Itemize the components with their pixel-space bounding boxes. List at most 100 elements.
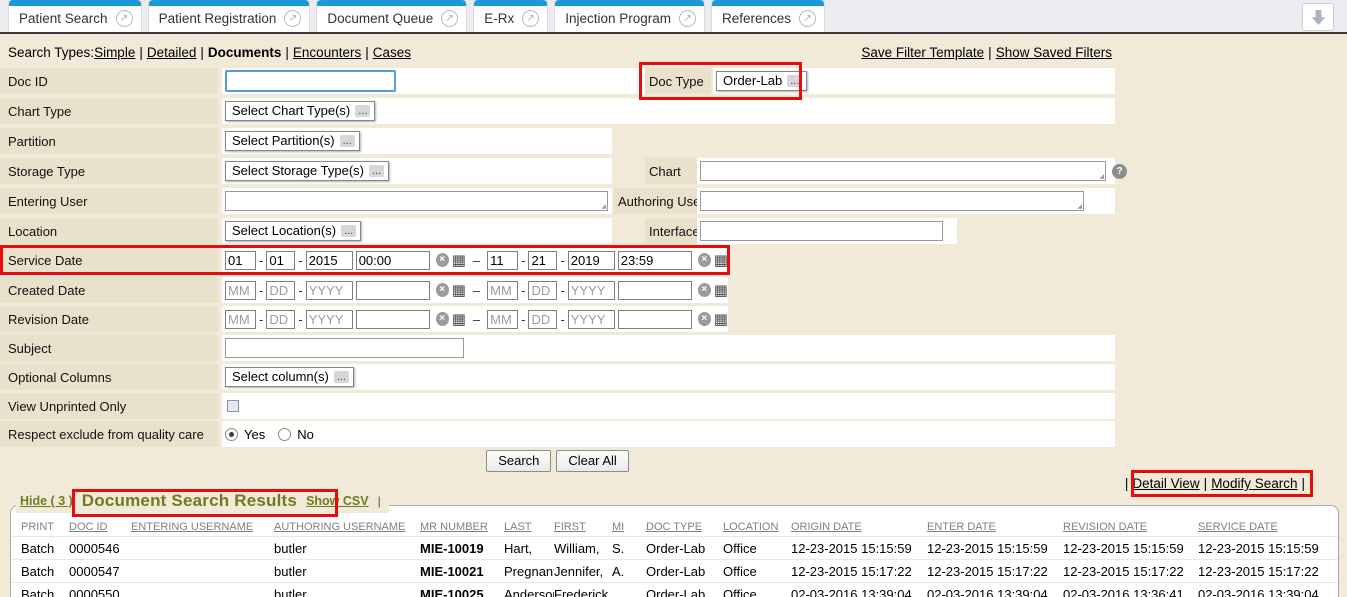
revision-date-from-time[interactable] [356, 310, 430, 329]
select-location-button[interactable]: Select Location(s)... [225, 221, 361, 241]
tab-patient-search[interactable]: Patient Search↗ [8, 0, 142, 32]
external-link-icon[interactable]: ↗ [522, 10, 539, 27]
revision-date-to-year[interactable] [568, 310, 615, 329]
created-date-to-year[interactable] [568, 281, 615, 300]
external-link-icon[interactable]: ↗ [679, 10, 696, 27]
batch-print-link[interactable]: Batch [11, 560, 69, 583]
column-header-mi[interactable]: MI [612, 519, 646, 537]
show-saved-filters-link[interactable]: Show Saved Filters [996, 45, 1112, 60]
save-filter-template-link[interactable]: Save Filter Template [861, 45, 984, 60]
download-button[interactable] [1302, 3, 1334, 31]
batch-print-link[interactable]: Batch [11, 537, 69, 560]
calendar-icon[interactable]: ▦ [714, 253, 728, 268]
location-field-cell: Select Location(s)... [222, 218, 612, 244]
column-header-authoring-username[interactable]: AUTHORING USERNAME [274, 519, 420, 537]
clear-date-icon[interactable]: × [436, 312, 449, 326]
column-header-enter-date[interactable]: ENTER DATE [927, 519, 1063, 537]
interface-input[interactable] [700, 221, 943, 241]
column-header-revision-date[interactable]: REVISION DATE [1063, 519, 1198, 537]
authoring-user-input[interactable] [700, 191, 1084, 211]
search-type-cases[interactable]: Cases [373, 45, 411, 60]
service-date-from-year[interactable] [306, 251, 353, 270]
tab-document-queue[interactable]: Document Queue↗ [316, 0, 467, 32]
column-header-last[interactable]: LAST [504, 519, 554, 537]
tab-strip: Patient Search↗Patient Registration↗Docu… [8, 0, 825, 32]
modify-search-link[interactable]: Modify Search [1211, 476, 1297, 491]
search-type-detailed[interactable]: Detailed [147, 45, 197, 60]
select-chart-type-button[interactable]: Select Chart Type(s)... [225, 101, 375, 121]
calendar-icon[interactable]: ▦ [452, 253, 466, 268]
clear-date-icon[interactable]: × [436, 283, 449, 297]
column-header-doc-type[interactable]: DOC TYPE [646, 519, 723, 537]
revision-date-to-day[interactable] [528, 310, 557, 329]
show-csv-link[interactable]: Show CSV [306, 494, 369, 508]
service-date-to-year[interactable] [568, 251, 615, 270]
column-header-first[interactable]: FIRST [554, 519, 612, 537]
select-partition-button[interactable]: Select Partition(s)... [225, 131, 360, 151]
entering-user-input[interactable] [225, 191, 608, 211]
column-header-location[interactable]: LOCATION [723, 519, 791, 537]
view-unprinted-checkbox[interactable] [227, 400, 239, 412]
calendar-icon[interactable]: ▦ [452, 312, 466, 327]
tab-e-rx[interactable]: E-Rx↗ [473, 0, 548, 32]
service-date-to-day[interactable] [528, 251, 557, 270]
service-date-from-time[interactable] [356, 251, 430, 270]
revision-date-from-month[interactable] [225, 310, 256, 329]
tab-patient-registration[interactable]: Patient Registration↗ [148, 0, 311, 32]
search-button[interactable]: Search [486, 450, 551, 472]
batch-print-link[interactable]: Batch [11, 583, 69, 597]
created-date-to-day[interactable] [528, 281, 557, 300]
search-type-simple[interactable]: Simple [94, 45, 135, 60]
clear-date-icon[interactable]: × [698, 283, 711, 297]
subject-input[interactable] [225, 338, 464, 358]
clear-date-icon[interactable]: × [698, 253, 711, 267]
column-header-origin-date[interactable]: ORIGIN DATE [791, 519, 927, 537]
doc-id-input[interactable] [225, 70, 396, 92]
search-type-encounters[interactable]: Encounters [293, 45, 361, 60]
quality-care-yes-radio[interactable] [225, 428, 238, 441]
service-date-to-month[interactable] [487, 251, 518, 270]
table-cell: 12-23-2015 15:17:22 [1198, 560, 1338, 583]
service-date-field-cell: - - × ▦ – - - × ▦ [222, 247, 728, 273]
external-link-icon[interactable]: ↗ [116, 10, 133, 27]
revision-date-from-day[interactable] [266, 310, 295, 329]
calendar-icon[interactable]: ▦ [714, 283, 728, 298]
service-date-from-day[interactable] [266, 251, 295, 270]
created-date-to-time[interactable] [618, 281, 692, 300]
service-date-to-time[interactable] [618, 251, 692, 270]
hide-results-link[interactable]: Hide ( 3 ) [20, 494, 73, 508]
view-unprinted-field-cell [222, 393, 1115, 419]
clear-date-icon[interactable]: × [436, 253, 449, 267]
created-date-from-month[interactable] [225, 281, 256, 300]
column-header-service-date[interactable]: SERVICE DATE [1198, 519, 1338, 537]
calendar-icon[interactable]: ▦ [714, 312, 728, 327]
revision-date-to-time[interactable] [618, 310, 692, 329]
tab-body: Document Queue↗ [317, 6, 466, 32]
created-date-from-day[interactable] [266, 281, 295, 300]
tab-injection-program[interactable]: Injection Program↗ [554, 0, 705, 32]
created-date-to-month[interactable] [487, 281, 518, 300]
select-storage-type-button[interactable]: Select Storage Type(s)... [225, 161, 389, 181]
created-date-from-time[interactable] [356, 281, 430, 300]
revision-date-from-year[interactable] [306, 310, 353, 329]
search-type-documents-active[interactable]: Documents [208, 45, 282, 60]
column-header-entering-username[interactable]: ENTERING USERNAME [131, 519, 274, 537]
column-header-doc-id[interactable]: DOC ID [69, 519, 131, 537]
service-date-from-month[interactable] [225, 251, 256, 270]
created-date-from-year[interactable] [306, 281, 353, 300]
column-header-mr-number[interactable]: MR NUMBER [420, 519, 504, 537]
external-link-icon[interactable]: ↗ [441, 10, 458, 27]
external-link-icon[interactable]: ↗ [284, 10, 301, 27]
quality-care-no-radio[interactable] [278, 428, 291, 441]
revision-date-to-month[interactable] [487, 310, 518, 329]
external-link-icon[interactable]: ↗ [799, 10, 816, 27]
select-columns-button[interactable]: Select column(s)... [225, 367, 354, 387]
calendar-icon[interactable]: ▦ [452, 283, 466, 298]
clear-all-button[interactable]: Clear All [556, 450, 628, 472]
detail-view-link[interactable]: Detail View [1132, 476, 1199, 491]
tab-references[interactable]: References↗ [711, 0, 825, 32]
help-icon[interactable]: ? [1112, 164, 1127, 179]
doc-type-button[interactable]: Order-Lab... [716, 71, 807, 91]
chart-input[interactable] [700, 161, 1106, 181]
clear-date-icon[interactable]: × [698, 312, 711, 326]
